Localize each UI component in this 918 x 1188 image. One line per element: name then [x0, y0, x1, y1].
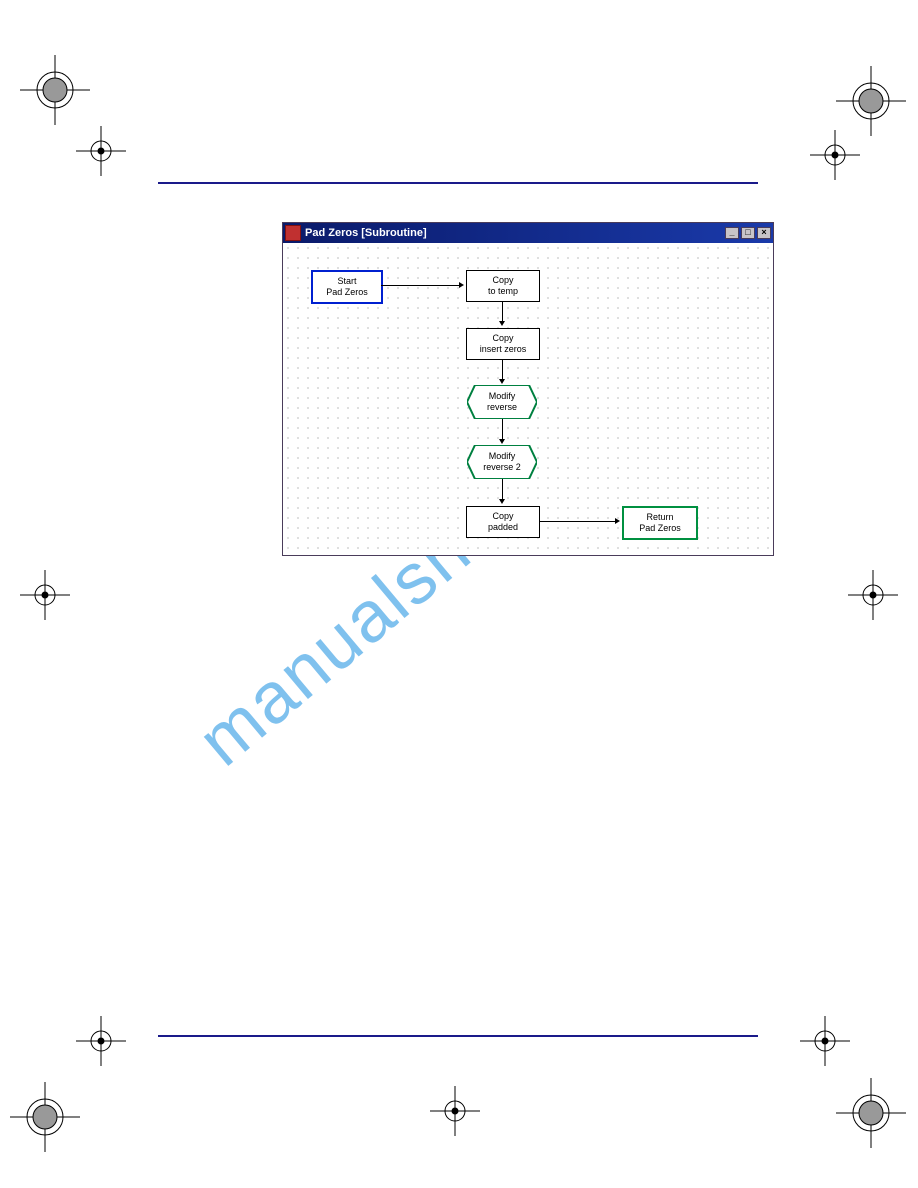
- flowchart-canvas[interactable]: Start Pad Zeros Copy to temp Copy insert…: [283, 243, 773, 555]
- registration-mark: [10, 1082, 80, 1152]
- return-node[interactable]: Return Pad Zeros: [622, 506, 698, 540]
- app-icon: [285, 225, 301, 241]
- node-label: to temp: [467, 286, 539, 297]
- titlebar[interactable]: Pad Zeros [Subroutine] _ □ ×: [283, 223, 773, 243]
- registration-mark: [20, 55, 90, 125]
- registration-mark: [836, 66, 906, 136]
- copy-to-temp-node[interactable]: Copy to temp: [466, 270, 540, 302]
- window-title: Pad Zeros [Subroutine]: [305, 227, 427, 239]
- node-label: Return: [624, 512, 696, 523]
- subroutine-window: Pad Zeros [Subroutine] _ □ × Start Pad Z…: [282, 222, 774, 556]
- modify-reverse-node[interactable]: Modify reverse: [467, 385, 537, 419]
- registration-mark: [76, 1016, 126, 1066]
- connector: [502, 359, 503, 381]
- registration-mark: [810, 130, 860, 180]
- arrowhead-icon: [499, 321, 505, 326]
- copy-insert-zeros-node[interactable]: Copy insert zeros: [466, 328, 540, 360]
- arrowhead-icon: [499, 499, 505, 504]
- node-label: Copy: [467, 511, 539, 522]
- connector: [502, 479, 503, 501]
- connector: [381, 285, 461, 286]
- connector: [502, 301, 503, 323]
- registration-mark: [836, 1078, 906, 1148]
- arrowhead-icon: [459, 282, 464, 288]
- arrowhead-icon: [615, 518, 620, 524]
- node-label: reverse: [467, 402, 537, 413]
- divider-top: [158, 182, 758, 184]
- node-label: Copy: [467, 333, 539, 344]
- registration-mark: [848, 570, 898, 620]
- close-button[interactable]: ×: [757, 227, 771, 239]
- connector: [539, 521, 617, 522]
- node-label: padded: [467, 522, 539, 533]
- registration-mark: [800, 1016, 850, 1066]
- node-label: Modify: [467, 451, 537, 462]
- registration-mark: [20, 570, 70, 620]
- connector: [502, 419, 503, 441]
- arrowhead-icon: [499, 439, 505, 444]
- start-node[interactable]: Start Pad Zeros: [311, 270, 383, 304]
- node-label: reverse 2: [467, 462, 537, 473]
- node-label: Pad Zeros: [624, 523, 696, 534]
- node-label: Start: [313, 276, 381, 287]
- node-label: Pad Zeros: [313, 287, 381, 298]
- node-label: insert zeros: [467, 344, 539, 355]
- registration-mark: [430, 1086, 480, 1136]
- node-label: Copy: [467, 275, 539, 286]
- node-label: Modify: [467, 391, 537, 402]
- modify-reverse-2-node[interactable]: Modify reverse 2: [467, 445, 537, 479]
- registration-mark: [76, 126, 126, 176]
- divider-bottom: [158, 1035, 758, 1037]
- minimize-button[interactable]: _: [725, 227, 739, 239]
- copy-padded-node[interactable]: Copy padded: [466, 506, 540, 538]
- maximize-button[interactable]: □: [741, 227, 755, 239]
- arrowhead-icon: [499, 379, 505, 384]
